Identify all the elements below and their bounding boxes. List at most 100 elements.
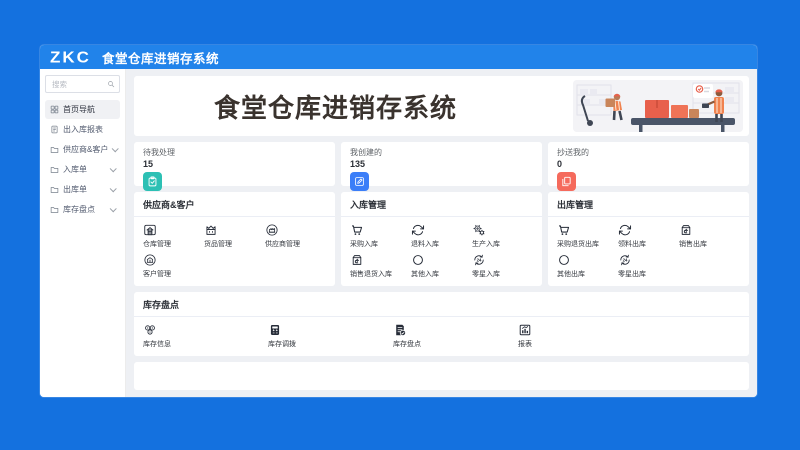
stat-card-created[interactable]: 我创建的 135 [341, 142, 542, 191]
app-item[interactable]: 其他出库 [557, 253, 618, 279]
app-item[interactable]: 零星出库 [618, 253, 679, 279]
section-inbound: 入库管理 采购入库 退料入库 生产入库销售退货入库 其他入库 零星入库 [341, 192, 542, 286]
app-item[interactable]: 报表 [518, 323, 643, 349]
app-item-label: 领料出库 [618, 241, 646, 248]
app-item-label: 销售出库 [679, 241, 707, 248]
app-item[interactable]: 退料入库 [411, 223, 472, 249]
app-item-label: 采购退货出库 [557, 241, 599, 248]
dashboard-icon [50, 105, 59, 114]
app-item[interactable]: 其他入库 [411, 253, 472, 279]
app-item[interactable]: 库存信息 [143, 323, 268, 349]
warehouse-icon [143, 223, 157, 237]
app-item-label: 其他入库 [411, 271, 439, 278]
section-grid: 采购退货出库 领料出库 销售出库其他出库 零星出库 [548, 217, 749, 286]
app-item[interactable]: 采购入库 [350, 223, 411, 249]
refresh-icon [411, 223, 425, 237]
app-item[interactable]: 供应商管理 [265, 223, 326, 249]
app-item[interactable]: 领料出库 [618, 223, 679, 249]
app-item[interactable]: 销售退货入库 [350, 253, 411, 279]
main-content: 食堂仓库进销存系统 待我处理 15 我创建的 135 抄送我的 0 供应商&客户… [126, 69, 757, 397]
zkc-logo: ZKC [50, 48, 91, 66]
app-item[interactable]: 库存盘点 [393, 323, 518, 349]
section-grid: 仓库管理 货品管理 供应商管理客户管理 [134, 217, 335, 286]
stat-value: 135 [350, 159, 366, 169]
app-item-label: 生产入库 [472, 241, 500, 248]
section-title: 入库管理 [341, 192, 542, 217]
app-item-label: 退料入库 [411, 241, 439, 248]
app-title: 食堂仓库进销存系统 [101, 51, 219, 66]
circle-icon [557, 253, 571, 267]
sidebar-item[interactable]: 出入库报表 [45, 120, 120, 139]
app-item[interactable]: 采购退货出库 [557, 223, 618, 249]
app-item-label: 报表 [518, 341, 532, 348]
app-item[interactable]: 客户管理 [143, 253, 204, 279]
gears-icon [472, 223, 486, 237]
app-item[interactable]: 库存调拨 [268, 323, 393, 349]
sidebar: 首页导航出入库报表供应商&客户入库单出库单库存盘点 [40, 69, 126, 397]
sidebar-item[interactable]: 首页导航 [45, 100, 120, 119]
banner-title: 食堂仓库进销存系统 [214, 92, 458, 123]
sidebar-menu: 首页导航出入库报表供应商&客户 入库单出库单库存盘点 [45, 100, 120, 219]
sidebar-item-label: 首页导航 [63, 105, 95, 114]
app-item-label: 库存调拨 [268, 341, 296, 348]
app-item[interactable]: 仓库管理 [143, 223, 204, 249]
sidebar-item[interactable]: 入库单 [45, 160, 120, 179]
stat-value: 0 [557, 159, 563, 169]
section-title: 供应商&客户 [134, 192, 335, 217]
app-item-label: 货品管理 [204, 241, 232, 248]
stat-label: 我创建的 [350, 148, 382, 157]
sidebar-search[interactable] [45, 75, 120, 93]
sections-row: 供应商&客户 仓库管理 货品管理 供应商管理客户管理 入库管理 采购入库 退料入库 生产… [134, 192, 749, 286]
section-suppliers-customers: 供应商&客户 仓库管理 货品管理 供应商管理客户管理 [134, 192, 335, 286]
section-grid: 库存信息 库存调拨 库存盘点 报表 [134, 317, 749, 356]
app-item-label: 供应商管理 [265, 241, 300, 248]
folder-icon [50, 145, 59, 154]
supplier-icon [265, 223, 279, 237]
stat-value: 15 [143, 159, 154, 169]
sidebar-item[interactable]: 出库单 [45, 180, 120, 199]
h24-icon [472, 253, 486, 267]
sidebar-item-label: 出库单 [63, 185, 87, 194]
banner-card: 食堂仓库进销存系统 [134, 76, 749, 136]
empty-panel [134, 362, 749, 390]
report-icon [50, 125, 59, 134]
chevron-down-icon [109, 165, 117, 173]
stats-row: 待我处理 15 我创建的 135 抄送我的 0 [134, 142, 749, 191]
app-item[interactable]: 生产入库 [472, 223, 533, 249]
section-inventory: 库存盘点 库存信息 库存调拨 库存盘点 报表 [134, 292, 749, 356]
coins-icon [143, 323, 157, 337]
app-item[interactable]: 货品管理 [204, 223, 265, 249]
app-item[interactable]: 零星入库 [472, 253, 533, 279]
search-icon [107, 80, 115, 88]
sidebar-item[interactable]: 库存盘点 [45, 200, 120, 219]
section-grid: 采购入库 退料入库 生产入库销售退货入库 其他入库 零星入库 [341, 217, 542, 286]
app-item-label: 其他出库 [557, 271, 585, 278]
cart-icon [557, 223, 571, 237]
bag-return-icon [679, 223, 693, 237]
app-item-label: 库存盘点 [393, 341, 421, 348]
app-item-label: 仓库管理 [143, 241, 171, 248]
chevron-down-icon [109, 185, 117, 193]
search-input[interactable] [50, 78, 107, 90]
copy-document-icon [557, 172, 576, 191]
sidebar-item-label: 供应商&客户 [63, 145, 109, 154]
folder-icon [50, 205, 59, 214]
stat-label: 待我处理 [143, 148, 175, 157]
chart-icon [518, 323, 532, 337]
desktop-background: ZKC 食堂仓库进销存系统 首页导航出入库报表供应商&客户入库单出库单库存盘点 … [0, 0, 800, 450]
stat-card-cc[interactable]: 抄送我的 0 [548, 142, 749, 191]
customer-icon [143, 253, 157, 267]
app-item[interactable]: 销售出库 [679, 223, 740, 249]
sidebar-item-label: 出入库报表 [63, 125, 103, 134]
stat-card-pending[interactable]: 待我处理 15 [134, 142, 335, 191]
calculator-icon [268, 323, 282, 337]
app-item-label: 销售退货入库 [350, 271, 392, 278]
refresh-icon [618, 223, 632, 237]
app-window: ZKC 食堂仓库进销存系统 首页导航出入库报表供应商&客户入库单出库单库存盘点 … [40, 45, 757, 397]
sidebar-item-label: 入库单 [63, 165, 87, 174]
sidebar-item[interactable]: 供应商&客户 [45, 140, 120, 159]
circle-icon [411, 253, 425, 267]
app-header: ZKC 食堂仓库进销存系统 [40, 45, 757, 69]
clipboard-check-icon [143, 172, 162, 191]
edit-icon [350, 172, 369, 191]
